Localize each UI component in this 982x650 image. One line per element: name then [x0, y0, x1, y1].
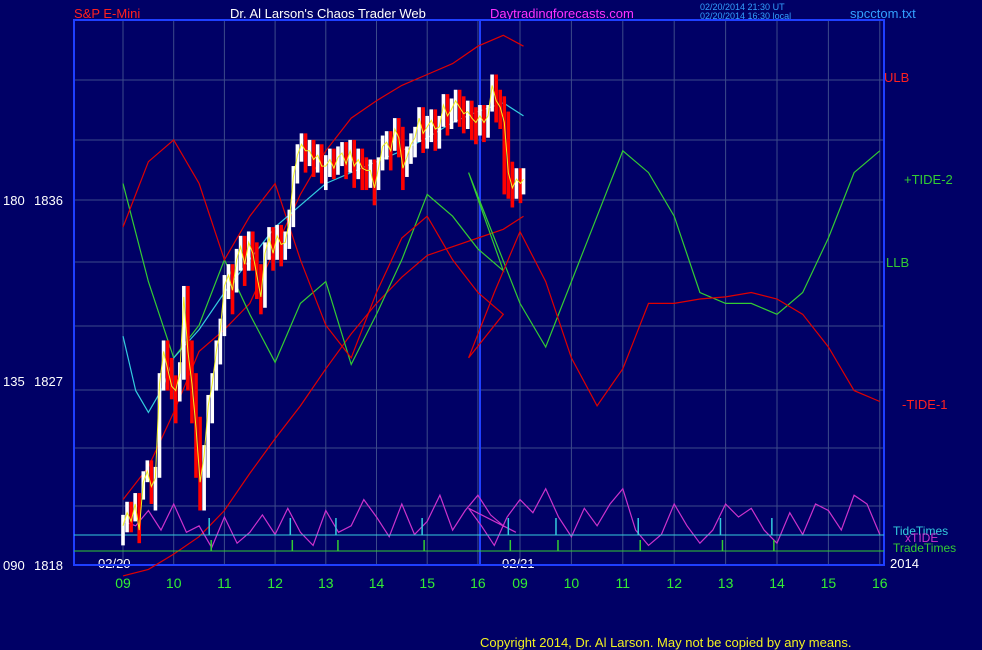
- x-tick-label: 14: [369, 575, 385, 591]
- price-bar: [324, 155, 328, 191]
- x-tick-label: 10: [564, 575, 580, 591]
- price-bar: [133, 493, 137, 522]
- x-tick-label: 11: [616, 575, 631, 591]
- x-tick-label: 13: [318, 575, 334, 591]
- series-xtide: [122, 487, 881, 549]
- price-bar: [494, 74, 498, 123]
- x-tick-label: 15: [419, 575, 435, 591]
- price-bar: [474, 107, 478, 145]
- price-bar: [461, 96, 466, 134]
- price-bar: [470, 100, 474, 140]
- x-tick-label: 10: [166, 575, 182, 591]
- series-llb: [122, 215, 524, 577]
- price-bar: [498, 89, 503, 129]
- price-bar: [364, 157, 369, 191]
- price-bar: [465, 100, 470, 129]
- x-tick-label: 15: [821, 575, 837, 591]
- price-bar: [121, 514, 125, 546]
- price-bar: [457, 89, 462, 127]
- price-bar: [279, 224, 283, 267]
- price-bar: [425, 115, 429, 149]
- price-bar: [453, 89, 458, 123]
- chaos-chart: 09 10 11 12 13 14 15 16 09 10 11 12 13 14 15 16: [73, 19, 888, 591]
- x-tick-label: 13: [718, 575, 734, 591]
- x-tick-label: 09: [115, 575, 131, 591]
- price-bar: [502, 96, 507, 195]
- price-bar: [433, 109, 438, 151]
- price-bar: [478, 105, 482, 136]
- price-bar: [222, 275, 227, 337]
- x-tick-label: 11: [217, 575, 232, 591]
- x-tick-label: 12: [666, 575, 682, 591]
- x-tick-label: 16: [872, 575, 888, 591]
- price-bar: [356, 148, 361, 180]
- price-bar: [303, 133, 308, 173]
- price-bar: [429, 109, 434, 143]
- price-bar: [449, 98, 454, 129]
- x-tick-label: 09: [512, 575, 528, 591]
- price-bar: [173, 375, 178, 424]
- x-tick-label: 12: [267, 575, 283, 591]
- price-bar: [482, 105, 486, 143]
- price-bar: [514, 168, 519, 199]
- x-tick-label: 14: [769, 575, 785, 591]
- x-tick-label: 16: [470, 575, 486, 591]
